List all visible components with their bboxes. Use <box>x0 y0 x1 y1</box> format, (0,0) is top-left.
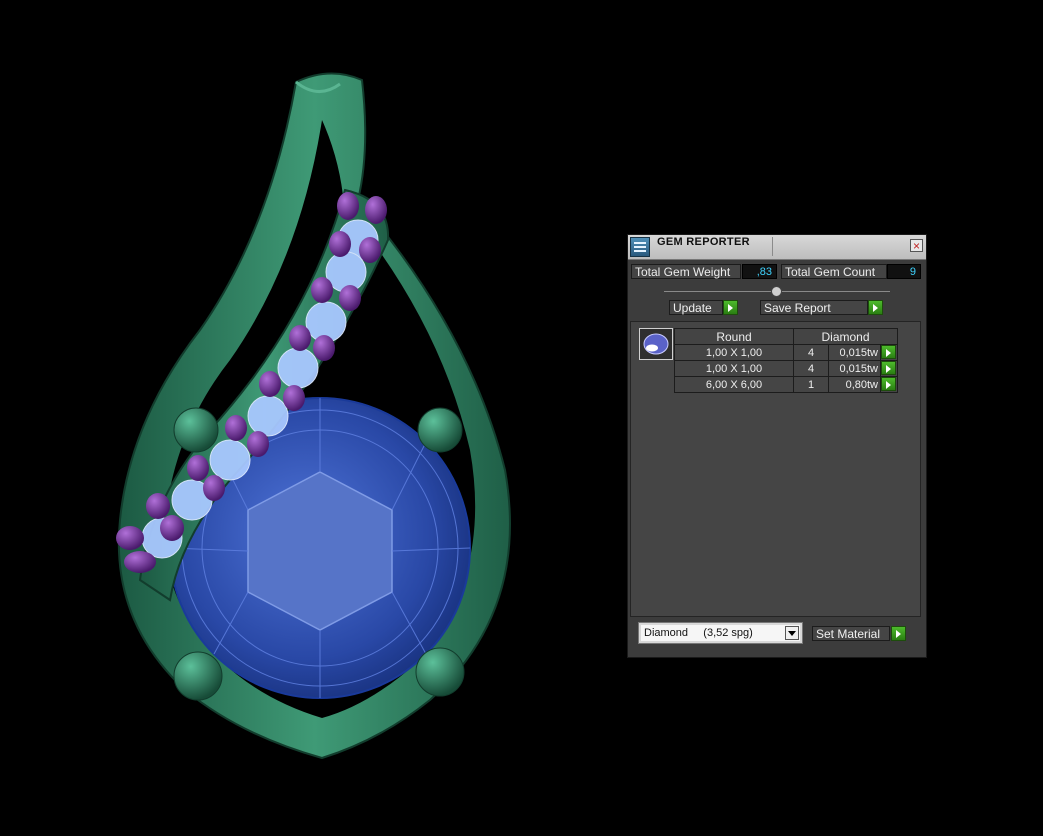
row-count: 1 <box>793 376 829 393</box>
table-row[interactable]: 6,00 X 6,00 1 0,80tw <box>674 376 898 393</box>
collapse-knob-icon[interactable] <box>771 286 782 297</box>
panel-titlebar[interactable]: GEM REPORTER × <box>628 235 926 260</box>
update-button[interactable]: Update <box>669 300 723 315</box>
row-size: 1,00 X 1,00 <box>674 360 794 377</box>
play-arrow-icon[interactable] <box>868 300 883 315</box>
row-size: 6,00 X 6,00 <box>674 376 794 393</box>
table-header-row: Round Diamond <box>674 328 898 345</box>
total-gem-count-label: Total Gem Count <box>781 264 887 279</box>
gem-reporter-panel: GEM REPORTER × Total Gem Weight ,83 Tota… <box>627 234 927 658</box>
pendant-model <box>116 72 511 760</box>
round-gem-icon[interactable] <box>639 328 673 360</box>
play-arrow-icon[interactable] <box>881 345 896 359</box>
gem-table: Round Diamond 1,00 X 1,00 4 0,015tw 1,00… <box>674 328 898 393</box>
row-count: 4 <box>793 344 829 361</box>
title-separator <box>772 237 773 256</box>
gem-report-icon <box>630 237 650 257</box>
row-weight: 0,80tw <box>828 376 881 393</box>
panel-title: GEM REPORTER <box>657 236 750 248</box>
material-select[interactable]: Diamond (3,52 spg) <box>638 622 803 644</box>
play-arrow-icon[interactable] <box>891 626 906 641</box>
total-gem-count-value: 9 <box>887 264 921 279</box>
row-weight: 0,015tw <box>828 360 881 377</box>
gem-list-area[interactable]: Round Diamond 1,00 X 1,00 4 0,015tw 1,00… <box>630 321 921 617</box>
play-arrow-icon[interactable] <box>881 361 896 375</box>
header-shape: Round <box>674 328 794 345</box>
table-row[interactable]: 1,00 X 1,00 4 0,015tw <box>674 360 898 377</box>
total-gem-weight-value: ,83 <box>742 264 777 279</box>
material-select-value: Diamond (3,52 spg) <box>644 627 753 639</box>
play-arrow-icon[interactable] <box>881 377 896 391</box>
table-row[interactable]: 1,00 X 1,00 4 0,015tw <box>674 344 898 361</box>
row-weight: 0,015tw <box>828 344 881 361</box>
header-material: Diamond <box>793 328 898 345</box>
chevron-down-icon[interactable] <box>785 626 799 640</box>
save-report-button[interactable]: Save Report <box>760 300 868 315</box>
row-count: 4 <box>793 360 829 377</box>
set-material-button[interactable]: Set Material <box>812 626 890 641</box>
row-size: 1,00 X 1,00 <box>674 344 794 361</box>
total-gem-weight-label: Total Gem Weight <box>631 264 741 279</box>
play-arrow-icon[interactable] <box>723 300 738 315</box>
close-icon[interactable]: × <box>910 239 923 252</box>
